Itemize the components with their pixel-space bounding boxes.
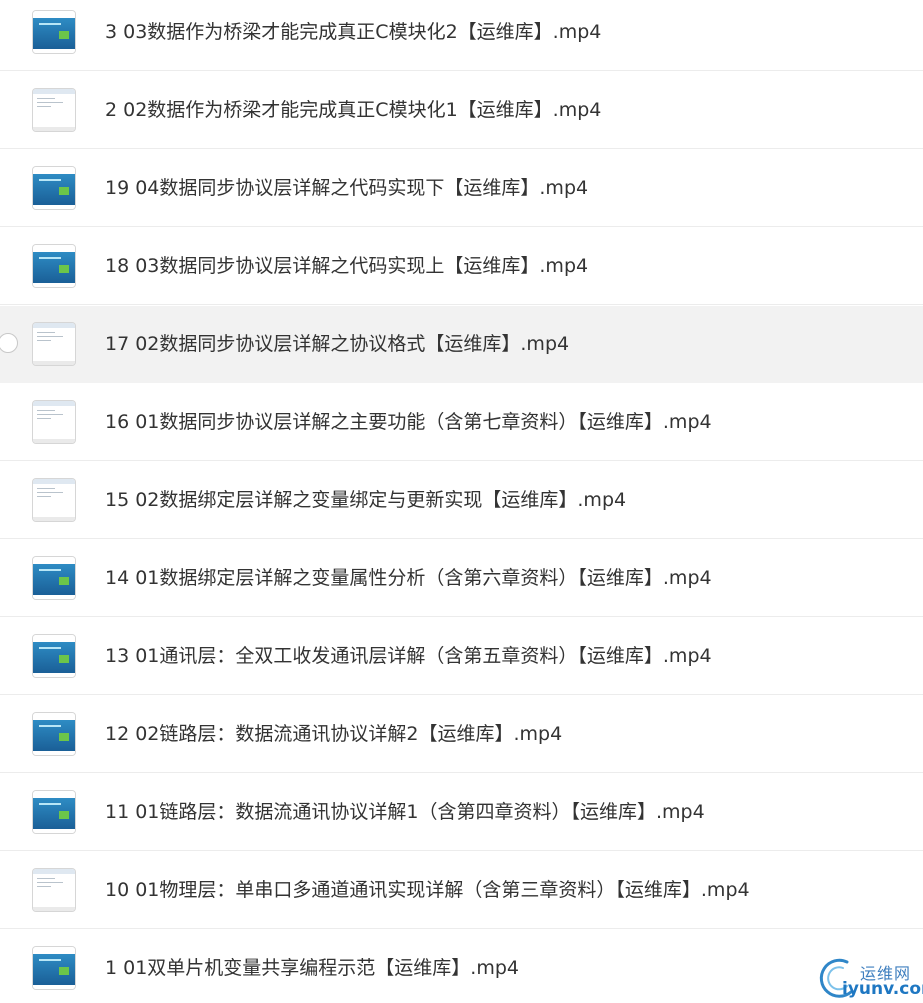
file-row[interactable]: 13 01通讯层：全双工收发通讯层详解（含第五章资料）【运维库】.mp4 bbox=[0, 618, 923, 695]
video-thumbnail bbox=[33, 479, 75, 521]
file-name: 19 04数据同步协议层详解之代码实现下【运维库】.mp4 bbox=[105, 177, 589, 199]
video-thumbnail bbox=[33, 635, 75, 677]
file-row[interactable]: 15 02数据绑定层详解之变量绑定与更新实现【运维库】.mp4 bbox=[0, 462, 923, 539]
watermark: 运维网 iyunv.com bbox=[815, 956, 923, 1002]
video-thumbnail bbox=[33, 557, 75, 599]
file-name: 11 01链路层：数据流通讯协议详解1（含第四章资料）【运维库】.mp4 bbox=[105, 801, 705, 823]
file-name: 1 01双单片机变量共享编程示范【运维库】.mp4 bbox=[105, 957, 520, 979]
file-row[interactable]: 17 02数据同步协议层详解之协议格式【运维库】.mp4 bbox=[0, 306, 923, 383]
file-name: 13 01通讯层：全双工收发通讯层详解（含第五章资料）【运维库】.mp4 bbox=[105, 645, 712, 667]
video-thumbnail bbox=[33, 323, 75, 365]
file-row[interactable]: 19 04数据同步协议层详解之代码实现下【运维库】.mp4 bbox=[0, 150, 923, 227]
video-thumbnail bbox=[33, 869, 75, 911]
file-row[interactable]: 11 01链路层：数据流通讯协议详解1（含第四章资料）【运维库】.mp4 bbox=[0, 774, 923, 851]
video-thumbnail bbox=[33, 245, 75, 287]
file-name: 10 01物理层：单串口多通道通讯实现详解（含第三章资料）【运维库】.mp4 bbox=[105, 879, 750, 901]
file-row[interactable]: 1 01双单片机变量共享编程示范【运维库】.mp4 bbox=[0, 930, 923, 1003]
video-thumbnail bbox=[33, 713, 75, 755]
file-row[interactable]: 16 01数据同步协议层详解之主要功能（含第七章资料）【运维库】.mp4 bbox=[0, 384, 923, 461]
file-name: 18 03数据同步协议层详解之代码实现上【运维库】.mp4 bbox=[105, 255, 589, 277]
file-name: 17 02数据同步协议层详解之协议格式【运维库】.mp4 bbox=[105, 333, 570, 355]
file-row[interactable]: 14 01数据绑定层详解之变量属性分析（含第六章资料）【运维库】.mp4 bbox=[0, 540, 923, 617]
video-thumbnail bbox=[33, 401, 75, 443]
video-thumbnail bbox=[33, 89, 75, 131]
file-name: 16 01数据同步协议层详解之主要功能（含第七章资料）【运维库】.mp4 bbox=[105, 411, 712, 433]
file-row[interactable]: 18 03数据同步协议层详解之代码实现上【运维库】.mp4 bbox=[0, 228, 923, 305]
file-row[interactable]: 3 03数据作为桥梁才能完成真正C模块化2【运维库】.mp4 bbox=[0, 0, 923, 71]
video-thumbnail bbox=[33, 167, 75, 209]
file-name: 15 02数据绑定层详解之变量绑定与更新实现【运维库】.mp4 bbox=[105, 489, 627, 511]
file-row[interactable]: 10 01物理层：单串口多通道通讯实现详解（含第三章资料）【运维库】.mp4 bbox=[0, 852, 923, 929]
file-row[interactable]: 12 02链路层：数据流通讯协议详解2【运维库】.mp4 bbox=[0, 696, 923, 773]
select-radio[interactable] bbox=[0, 333, 18, 353]
file-name: 2 02数据作为桥梁才能完成真正C模块化1【运维库】.mp4 bbox=[105, 99, 602, 121]
file-name: 3 03数据作为桥梁才能完成真正C模块化2【运维库】.mp4 bbox=[105, 21, 602, 43]
watermark-en: iyunv.com bbox=[842, 979, 923, 999]
video-thumbnail bbox=[33, 11, 75, 53]
file-list: 3 03数据作为桥梁才能完成真正C模块化2【运维库】.mp4 2 02数据作为桥… bbox=[0, 0, 923, 1003]
file-name: 12 02链路层：数据流通讯协议详解2【运维库】.mp4 bbox=[105, 723, 563, 745]
video-thumbnail bbox=[33, 947, 75, 989]
file-name: 14 01数据绑定层详解之变量属性分析（含第六章资料）【运维库】.mp4 bbox=[105, 567, 712, 589]
video-thumbnail bbox=[33, 791, 75, 833]
file-row[interactable]: 2 02数据作为桥梁才能完成真正C模块化1【运维库】.mp4 bbox=[0, 72, 923, 149]
